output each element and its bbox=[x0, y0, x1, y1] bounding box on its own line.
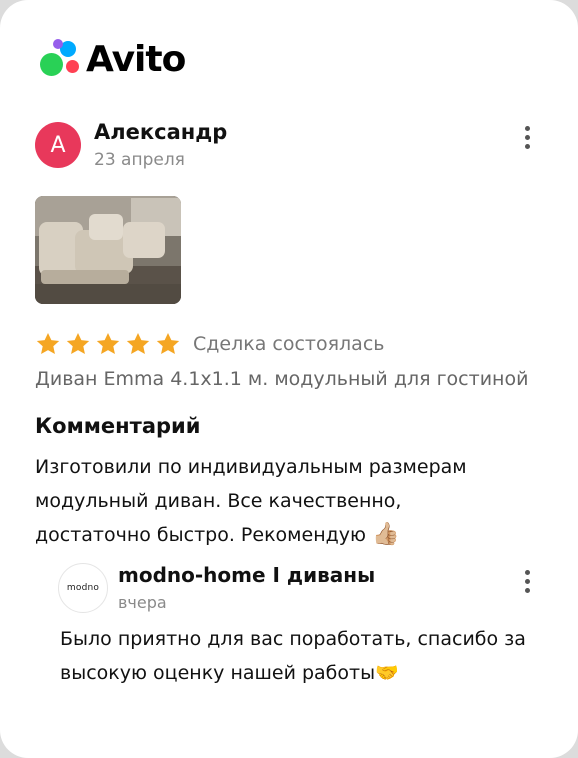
deal-status: Сделка состоялась bbox=[193, 333, 385, 355]
reply-more-options-icon[interactable] bbox=[523, 570, 531, 593]
more-options-icon[interactable] bbox=[523, 126, 531, 149]
review-date: 23 апреля bbox=[94, 150, 185, 170]
review-author[interactable]: Александр bbox=[94, 120, 227, 144]
star-icon bbox=[96, 332, 120, 354]
avito-logo-text: Avito bbox=[86, 38, 186, 80]
star-icon bbox=[66, 332, 90, 354]
avito-logo-icon bbox=[40, 39, 80, 79]
avatar[interactable]: А bbox=[35, 122, 81, 168]
avito-logo: Avito bbox=[40, 38, 186, 80]
shop-avatar[interactable]: modno bbox=[58, 563, 108, 613]
comment-heading: Комментарий bbox=[35, 414, 201, 438]
reply-text: Было приятно для вас поработать, спасибо… bbox=[60, 622, 550, 690]
reply-body: Было приятно для вас поработать, спасибо… bbox=[60, 628, 526, 684]
star-icon bbox=[156, 332, 180, 354]
comment-text: Изготовили по индивидуальным размерам мо… bbox=[35, 450, 515, 552]
handshake-icon: 🤝 bbox=[375, 662, 399, 684]
thumbs-up-icon: 👍🏼 bbox=[372, 522, 400, 547]
rating: Сделка состоялась bbox=[35, 331, 384, 357]
comment-body: Изготовили по индивидуальным размерам мо… bbox=[35, 456, 467, 546]
sofa-photo-image bbox=[35, 196, 181, 304]
star-icon bbox=[126, 332, 150, 354]
shop-name[interactable]: modno-home I диваны bbox=[118, 563, 375, 587]
product-title[interactable]: Диван Emma 4.1x1.1 м. модульный для гост… bbox=[35, 368, 528, 390]
star-icon bbox=[36, 332, 60, 354]
review-card: Avito А Александр 23 апреля Сделка состо… bbox=[0, 0, 578, 758]
review-photo[interactable] bbox=[35, 196, 181, 304]
reply-date: вчера bbox=[118, 593, 167, 612]
